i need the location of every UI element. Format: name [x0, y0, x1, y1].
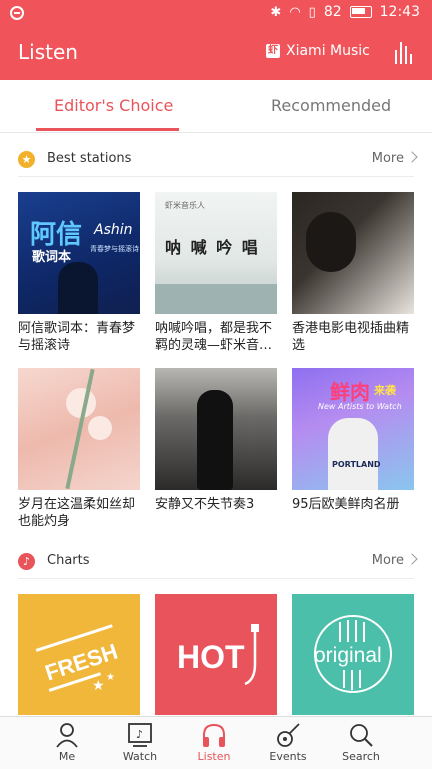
battery-icon: [349, 6, 372, 18]
station-title: 阿信歌词本：青春梦与摇滚诗: [18, 321, 136, 353]
cover-badge: 来袭: [374, 384, 396, 397]
xiami-logo-icon: 虾: [266, 44, 280, 58]
charts-more-link[interactable]: More: [372, 553, 404, 568]
nav-search[interactable]: Search: [318, 717, 404, 769]
star-icon: ★: [92, 678, 105, 694]
cover-shirt-text: PORTLAND: [332, 460, 381, 469]
station-title: 香港电影电视插曲精选: [292, 321, 410, 353]
chevron-right-icon[interactable]: [406, 151, 418, 163]
fresh-logo: FRESH ★ ★: [35, 624, 121, 694]
cover-script: Ashin: [94, 222, 133, 238]
cover-landscape: [155, 284, 277, 314]
station-cover: [18, 368, 140, 490]
dancer-silhouette: [197, 390, 233, 490]
clock: 12:43: [379, 4, 420, 20]
station-cover: 虾米音乐人 呐 喊 吟 唱: [155, 192, 277, 314]
xiami-music-button[interactable]: 虾 Xiami Music: [266, 43, 370, 59]
vibrate-icon: ▯: [308, 4, 316, 20]
tab-bar: Editor's Choice Recommended: [0, 80, 432, 133]
charts-header: ♪ Charts More: [0, 546, 432, 578]
divider: [18, 176, 414, 177]
divider: [18, 578, 414, 579]
chart-original-card[interactable]: original: [292, 594, 414, 715]
cover-tagline: 青春梦与摇滚诗: [90, 245, 139, 253]
cover-title: 鲜肉: [330, 380, 370, 404]
chevron-right-icon[interactable]: [406, 553, 418, 565]
notification-icon: [10, 6, 24, 20]
headphones-icon: [203, 723, 225, 747]
station-cover: [155, 368, 277, 490]
station-cover: [292, 192, 414, 314]
singer-silhouette: [58, 262, 98, 314]
hot-logo: HOT: [177, 624, 259, 686]
best-stations-header: ★ Best stations More: [0, 144, 432, 176]
station-cover: 阿信 歌词本 Ashin 青春梦与摇滚诗: [18, 192, 140, 314]
search-icon: [350, 724, 373, 747]
cover-subtitle: 歌词本: [32, 250, 72, 265]
station-title: 安静又不失节奏3: [155, 497, 255, 512]
portrait-silhouette: [306, 212, 356, 272]
now-playing-icon[interactable]: [395, 42, 412, 64]
tv-icon: ♪: [128, 723, 152, 747]
tab-indicator: [36, 128, 179, 131]
model-silhouette: [328, 418, 378, 490]
station-card[interactable]: 香港电影电视插曲精选: [292, 192, 414, 354]
station-card[interactable]: 岁月在这温柔如丝却也能灼身: [18, 368, 140, 530]
person-icon: [56, 723, 78, 748]
app-bar: Listen 虾 Xiami Music: [0, 28, 432, 80]
station-title: 95后欧美鲜肉名册: [292, 497, 400, 512]
battery-level: 82: [323, 4, 342, 20]
station-card[interactable]: 虾米音乐人 呐 喊 吟 唱 呐喊吟唱，都是我不羁的灵魂—虾米音…: [155, 192, 277, 354]
flower-image: [88, 416, 112, 440]
station-title: 岁月在这温柔如丝却也能灼身: [18, 497, 136, 529]
station-card[interactable]: 安静又不失节奏3: [155, 368, 277, 530]
bottom-navigation: Me ♪ Watch Listen Events Search: [0, 716, 432, 769]
station-card[interactable]: 鲜肉 来袭 New Artists to Watch PORTLAND 95后欧…: [292, 368, 414, 530]
station-cover: 鲜肉 来袭 New Artists to Watch PORTLAND: [292, 368, 414, 490]
guitar-icon: [277, 723, 300, 747]
music-note-icon: ♪: [18, 553, 35, 570]
best-stations-more-link[interactable]: More: [372, 151, 404, 166]
station-title: 呐喊吟唱，都是我不羁的灵魂—虾米音…: [155, 321, 273, 353]
xiami-music-label: Xiami Music: [286, 43, 370, 59]
nav-label: Search: [342, 750, 380, 763]
svg-text:♪: ♪: [136, 728, 143, 741]
station-card[interactable]: 阿信 歌词本 Ashin 青春梦与摇滚诗 阿信歌词本：青春梦与摇滚诗: [18, 192, 140, 354]
original-logo: original: [314, 615, 392, 693]
section-title: Charts: [47, 553, 90, 568]
cover-title: 呐 喊 吟 唱: [165, 238, 260, 257]
chart-name: original: [314, 644, 382, 667]
tab-editors-choice[interactable]: Editor's Choice: [54, 96, 173, 115]
chart-fresh-card[interactable]: FRESH ★ ★: [18, 594, 140, 715]
cover-subtitle: 虾米音乐人: [165, 201, 205, 210]
chart-name: HOT: [177, 639, 245, 675]
star-icon: ★: [18, 151, 35, 168]
chart-hot-card[interactable]: HOT: [155, 594, 277, 715]
page-title: Listen: [18, 40, 78, 64]
wifi-icon: ◠: [289, 4, 301, 20]
section-title: Best stations: [47, 151, 132, 166]
cover-subtitle: New Artists to Watch: [318, 402, 402, 411]
bluetooth-icon: ✱: [270, 4, 282, 20]
status-icons: ✱ ◠ ▯ 82 12:43: [270, 4, 420, 20]
status-bar: ✱ ◠ ▯ 82 12:43: [0, 0, 432, 28]
tab-recommended[interactable]: Recommended: [271, 96, 391, 115]
star-icon: ★: [106, 672, 115, 683]
